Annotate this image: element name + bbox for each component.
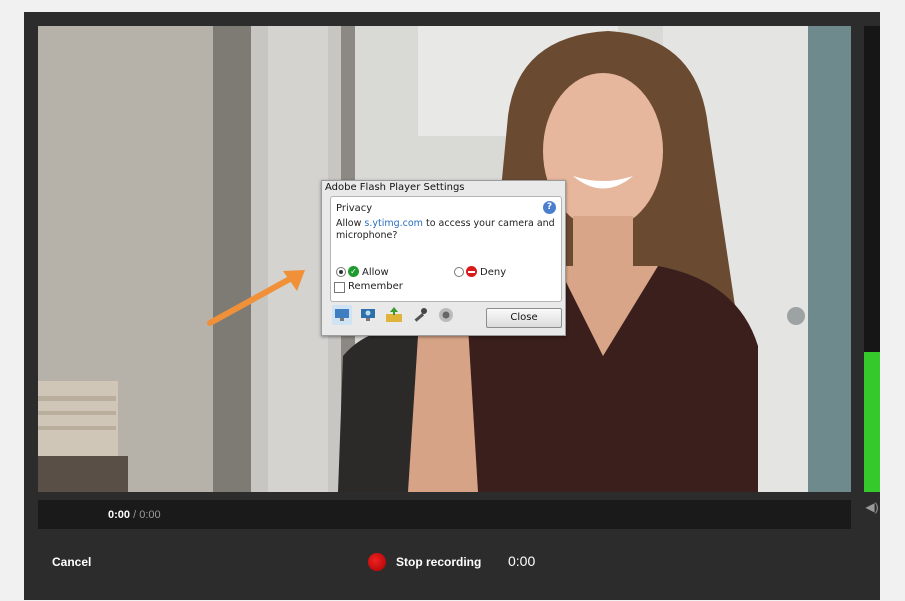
flash-settings-dialog: Adobe Flash Player Settings Privacy ? Al… bbox=[321, 180, 566, 336]
deny-radio[interactable] bbox=[454, 267, 464, 277]
audio-level-fill bbox=[864, 352, 880, 492]
deny-label[interactable]: Deny bbox=[480, 267, 506, 278]
privacy-tab-icon[interactable] bbox=[358, 305, 378, 325]
progress-bar[interactable]: 0:00 / 0:00 bbox=[38, 500, 851, 529]
time-current: 0:00 bbox=[108, 509, 131, 521]
remember-checkbox[interactable] bbox=[334, 282, 345, 293]
flash-dialog-title: Adobe Flash Player Settings bbox=[325, 182, 465, 193]
close-button[interactable]: Close bbox=[486, 308, 562, 328]
display-tab-icon[interactable] bbox=[332, 305, 352, 325]
camera-tab-icon[interactable] bbox=[436, 305, 456, 325]
allow-label[interactable]: Allow bbox=[362, 267, 389, 278]
record-timer: 0:00 bbox=[508, 553, 536, 569]
flash-message-prefix: Allow bbox=[336, 218, 365, 229]
site-link[interactable]: s.ytimg.com bbox=[364, 218, 423, 229]
storage-tab-icon[interactable] bbox=[384, 305, 404, 325]
stop-recording-button[interactable]: Stop recording bbox=[396, 555, 481, 569]
help-icon[interactable]: ? bbox=[543, 201, 556, 214]
flash-tab-bar bbox=[330, 305, 485, 329]
time-separator: / bbox=[130, 509, 140, 521]
allow-radio[interactable] bbox=[336, 267, 346, 277]
flash-message: Allow s.ytimg.com to access your camera … bbox=[336, 218, 558, 242]
audio-level-meter bbox=[864, 26, 880, 492]
record-indicator-icon bbox=[368, 553, 386, 571]
time-total: 0:00 bbox=[139, 509, 161, 521]
allow-check-icon: ✓ bbox=[348, 266, 359, 277]
flash-section-title: Privacy bbox=[336, 203, 373, 214]
deny-icon bbox=[466, 266, 477, 277]
time-display: 0:00 / 0:00 bbox=[108, 509, 161, 521]
cancel-button[interactable]: Cancel bbox=[52, 555, 91, 569]
annotation-arrow-icon bbox=[207, 270, 305, 326]
remember-label[interactable]: Remember bbox=[348, 281, 403, 292]
speaker-icon[interactable]: ◀) bbox=[864, 500, 880, 514]
microphone-tab-icon[interactable] bbox=[410, 305, 430, 325]
